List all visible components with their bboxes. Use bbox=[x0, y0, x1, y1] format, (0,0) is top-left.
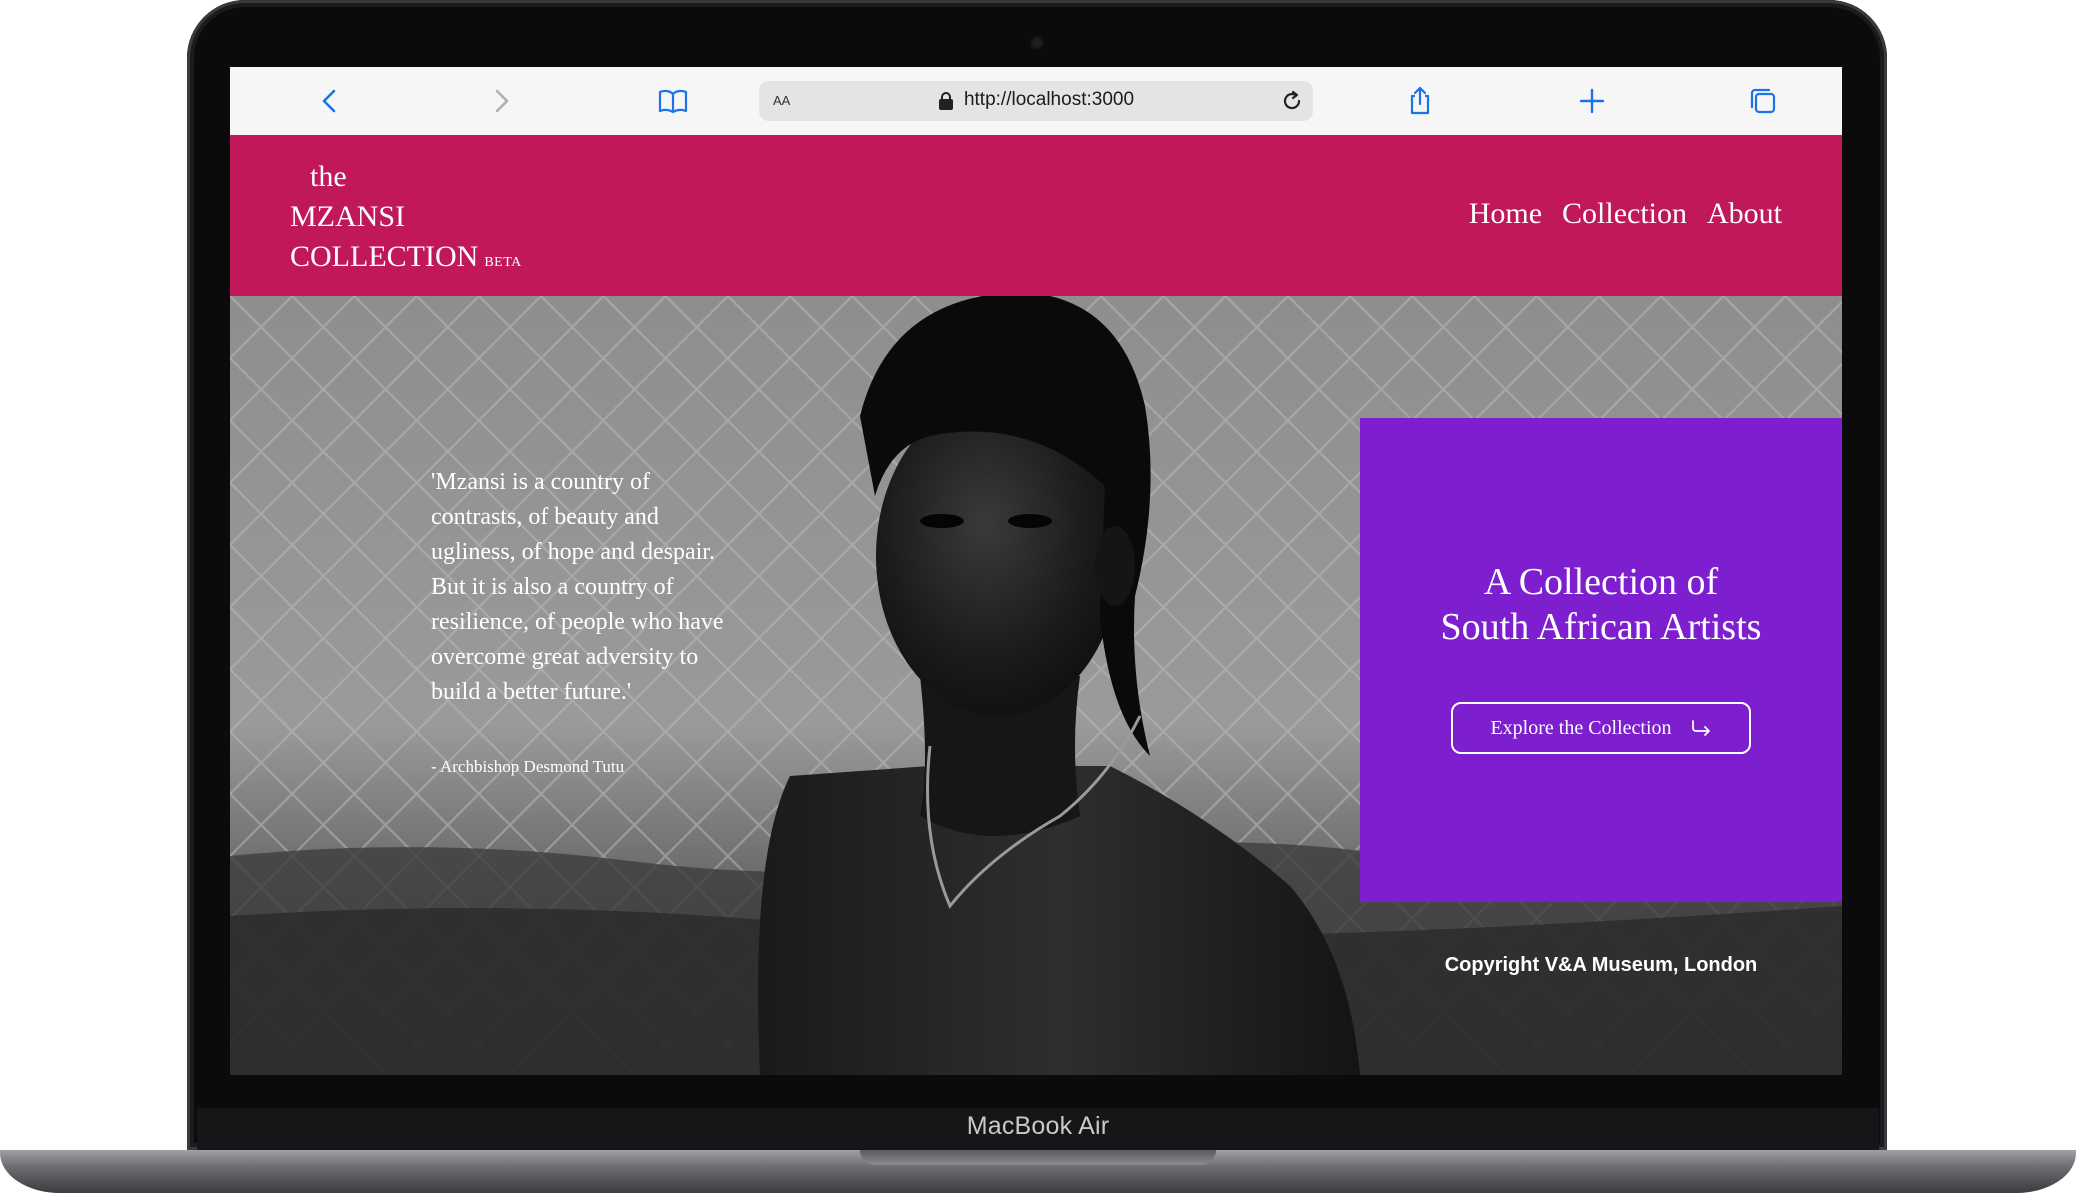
hero-card-title-line1: A Collection of bbox=[1483, 561, 1719, 603]
hero-card: A Collection of South African Artists Ex… bbox=[1360, 418, 1842, 902]
back-icon[interactable] bbox=[310, 81, 350, 121]
share-icon[interactable] bbox=[1400, 81, 1440, 121]
site-header: the MZANSI COLLECTION BETA Home Collectio… bbox=[230, 135, 1842, 296]
logo-line-the: the bbox=[310, 160, 347, 193]
site-logo[interactable]: the MZANSI COLLECTION BETA bbox=[290, 157, 522, 283]
logo-line-collection: COLLECTION bbox=[290, 240, 479, 273]
model-label: MacBook Air bbox=[966, 1112, 1110, 1140]
screen: AA http://localhost:3000 the MZANSI COLL bbox=[230, 67, 1842, 1075]
logo-line-mzansi: MZANSI bbox=[290, 200, 406, 233]
nav-home[interactable]: Home bbox=[1469, 197, 1542, 231]
photo-credit: Copyright V&A Museum, London bbox=[1444, 954, 1758, 976]
beta-badge: BETA bbox=[484, 255, 522, 270]
hero-section: 'Mzansi is a country of contrasts, of be… bbox=[230, 296, 1842, 1075]
reload-icon[interactable] bbox=[1279, 88, 1305, 114]
explore-button-label: Explore the Collection bbox=[1490, 716, 1672, 739]
nav-about[interactable]: About bbox=[1707, 197, 1782, 231]
nav-collection[interactable]: Collection bbox=[1562, 197, 1687, 231]
hero-card-title-line2: South African Artists bbox=[1440, 606, 1762, 648]
camera bbox=[1032, 38, 1042, 48]
browser-toolbar: AA http://localhost:3000 bbox=[230, 67, 1842, 136]
explore-collection-button[interactable]: Explore the Collection bbox=[1451, 702, 1751, 754]
address-bar[interactable]: AA http://localhost:3000 bbox=[759, 81, 1313, 121]
forward-icon[interactable] bbox=[481, 81, 521, 121]
hero-card-title: A Collection of South African Artists bbox=[1360, 560, 1842, 650]
bookmarks-icon[interactable] bbox=[653, 81, 693, 121]
arrow-right-icon bbox=[1691, 720, 1710, 736]
laptop-notch bbox=[860, 1150, 1216, 1165]
hero-quote: 'Mzansi is a country of contrasts, of be… bbox=[431, 469, 724, 705]
url-text: http://localhost:3000 bbox=[963, 89, 1135, 110]
new-tab-icon[interactable] bbox=[1572, 81, 1612, 121]
quote-author: - Archbishop Desmond Tutu bbox=[431, 757, 625, 776]
main-nav: Home Collection About bbox=[1469, 197, 1782, 231]
tabs-icon[interactable] bbox=[1743, 81, 1783, 121]
